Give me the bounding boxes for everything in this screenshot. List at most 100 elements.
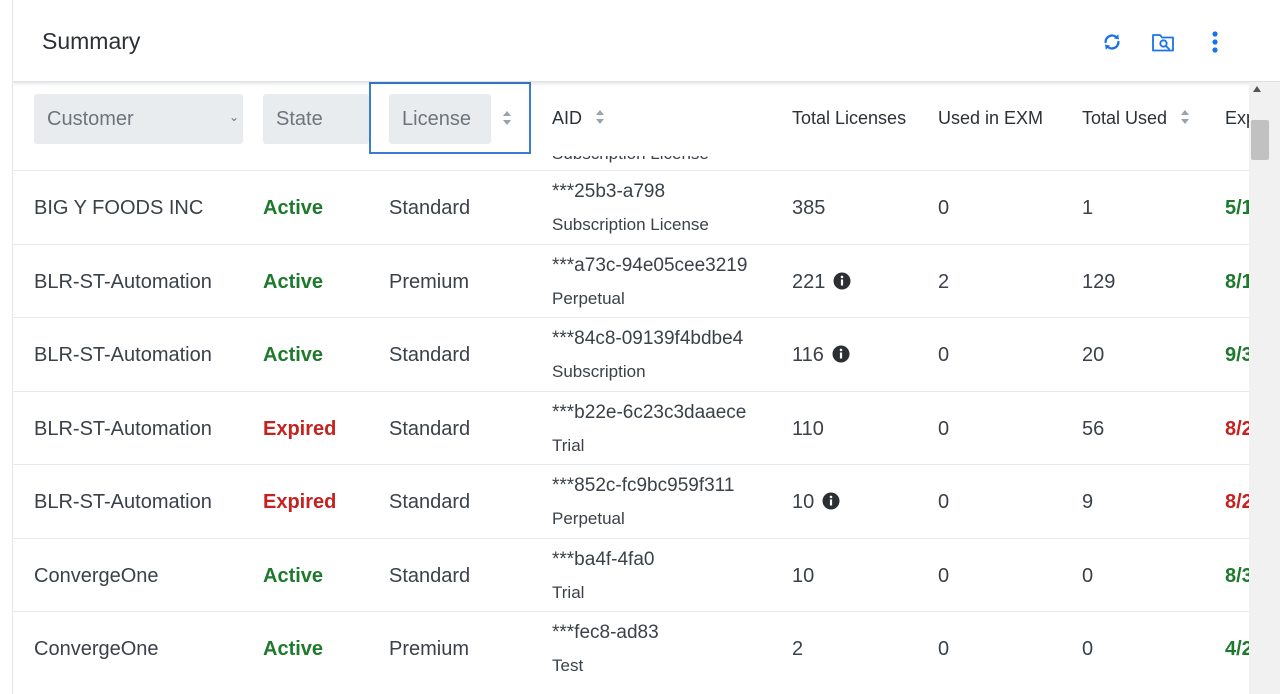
total-licenses-cell: 221 bbox=[792, 271, 851, 296]
license-cell: Standard bbox=[389, 344, 471, 366]
customer-cell: BLR-ST-Automation bbox=[34, 270, 212, 293]
aid-cell: ***a73c-94e05cee3219 bbox=[552, 254, 748, 276]
state-cell: Active bbox=[263, 344, 324, 366]
aid-cell: ***25b3-a798 bbox=[552, 181, 666, 202]
table-row[interactable]: BLR-ST-Automation Expired Standard ***852c-… bbox=[13, 464, 1253, 538]
state-filter[interactable]: State bbox=[263, 94, 369, 144]
total-licenses-cell: 10 bbox=[792, 491, 840, 516]
customer-filter-label: Customer bbox=[47, 107, 134, 130]
aid-type-cell: Trial bbox=[552, 435, 585, 455]
table-row[interactable]: ConvergeOne Active Standard ***ba4f-4fa0 Tri… bbox=[13, 537, 1253, 612]
license-cell: Standard bbox=[389, 491, 471, 513]
info-icon[interactable] bbox=[833, 272, 851, 296]
card-header: Summary bbox=[13, 0, 1280, 82]
total-licenses-cell: 385 bbox=[792, 197, 825, 220]
license-cell: Premium bbox=[389, 638, 470, 660]
customer-cell: BLR-ST-Automation bbox=[34, 491, 212, 513]
license-cell: Standard bbox=[389, 417, 471, 440]
total-licenses-value: 10 bbox=[792, 491, 815, 513]
total-licenses-value: 110 bbox=[792, 417, 824, 440]
page-title: Summary bbox=[42, 28, 141, 54]
total-licenses-value: 221 bbox=[792, 270, 826, 293]
total-licenses-cell: 110 bbox=[792, 418, 824, 441]
aid-cell: ***ba4f-4fa0 bbox=[552, 548, 655, 570]
aid-type-cell: Trial bbox=[552, 582, 585, 602]
sort-icon bbox=[595, 109, 605, 130]
used-in-exm-cell: 0 bbox=[938, 417, 950, 440]
column-header-aid-label: AID bbox=[552, 108, 583, 128]
customer-cell: ConvergeOne bbox=[34, 564, 159, 587]
license-filter-label: License bbox=[402, 107, 471, 130]
table-row[interactable]: BLR-ST-Automation Active Premium ***a73c-94… bbox=[13, 243, 1253, 318]
state-cell: Active bbox=[263, 197, 324, 219]
column-header-total-licenses[interactable]: Total Licenses bbox=[792, 108, 906, 129]
state-cell: Expired bbox=[263, 491, 337, 513]
state-cell: Expired bbox=[263, 417, 337, 440]
state-cell: Active bbox=[263, 564, 324, 587]
column-header-aid[interactable]: AID bbox=[552, 108, 605, 130]
customer-cell: ConvergeOne bbox=[34, 638, 159, 660]
vertical-scrollbar[interactable] bbox=[1249, 82, 1280, 694]
aid-type-cell: Subscription License bbox=[552, 215, 709, 234]
license-cell: Standard bbox=[389, 564, 471, 587]
table-row[interactable]: BIG Y FOODS INC Active Standard ***25b3-a79… bbox=[13, 170, 1253, 244]
used-in-exm-cell: 2 bbox=[938, 270, 950, 293]
used-in-exm-cell: 0 bbox=[938, 638, 950, 660]
aid-type-cell: Subscription bbox=[552, 362, 646, 381]
customer-cell: BLR-ST-Automation bbox=[34, 344, 212, 366]
used-in-exm-cell: 0 bbox=[938, 197, 950, 219]
total-licenses-cell: 2 bbox=[792, 638, 803, 661]
refresh-icon[interactable] bbox=[1099, 28, 1125, 56]
scroll-up-icon[interactable] bbox=[1253, 86, 1261, 92]
aid-cell: ***b22e-6c23c3daaece bbox=[552, 401, 747, 423]
aid-cell: ***84c8-09139f4bdbe4 bbox=[552, 328, 744, 349]
table-row[interactable]: BLR-ST-Automation Active Standard ***84c8-0… bbox=[13, 317, 1253, 391]
total-used-cell: 0 bbox=[1082, 564, 1094, 587]
total-licenses-value: 116 bbox=[792, 344, 824, 366]
total-licenses-value: 2 bbox=[792, 638, 804, 660]
license-sort-icon[interactable] bbox=[502, 110, 512, 131]
more-vertical-icon[interactable] bbox=[1202, 28, 1228, 56]
total-used-cell: 56 bbox=[1082, 417, 1105, 440]
license-cell: Premium bbox=[389, 270, 470, 293]
partial-row-aid-type: Subscription License bbox=[552, 156, 709, 164]
total-used-cell: 20 bbox=[1082, 344, 1105, 366]
state-filter-label: State bbox=[276, 107, 323, 130]
partial-row: Subscription License bbox=[13, 156, 1249, 172]
total-licenses-value: 385 bbox=[792, 197, 826, 219]
total-licenses-cell: 10 bbox=[792, 565, 814, 588]
table-row[interactable]: BLR-ST-Automation Expired Standard ***b22e-… bbox=[13, 390, 1253, 465]
aid-cell: ***852c-fc9bc959f311 bbox=[552, 475, 735, 496]
table-header: Customer ⌄ State License AID Total Licen… bbox=[13, 82, 1280, 156]
customer-cell: BLR-ST-Automation bbox=[34, 417, 212, 440]
total-licenses-cell: 116 bbox=[792, 344, 850, 369]
total-used-cell: 129 bbox=[1082, 270, 1116, 293]
total-used-cell: 1 bbox=[1082, 197, 1094, 219]
info-icon[interactable] bbox=[832, 345, 850, 369]
used-in-exm-cell: 0 bbox=[938, 491, 950, 513]
aid-cell: ***fec8-ad83 bbox=[552, 622, 659, 643]
column-header-used-in-exm[interactable]: Used in EXM bbox=[938, 108, 1043, 129]
aid-type-cell: Test bbox=[552, 656, 584, 675]
license-filter[interactable]: License bbox=[389, 94, 491, 144]
aid-type-cell: Perpetual bbox=[552, 288, 625, 308]
info-icon[interactable] bbox=[822, 492, 840, 516]
state-cell: Active bbox=[263, 638, 324, 660]
summary-card: Summary Customer ⌄ State License AID Tot… bbox=[12, 0, 1280, 694]
used-in-exm-cell: 0 bbox=[938, 344, 950, 366]
total-licenses-value: 10 bbox=[792, 564, 815, 587]
table-row[interactable]: ConvergeOne Active Premium ***fec8-ad83 Test… bbox=[13, 611, 1253, 685]
total-used-cell: 0 bbox=[1082, 638, 1094, 660]
sort-icon bbox=[1180, 109, 1190, 130]
total-used-cell: 9 bbox=[1082, 491, 1094, 513]
column-header-total-used[interactable]: Total Used bbox=[1082, 108, 1190, 130]
scrollbar-thumb[interactable] bbox=[1251, 120, 1269, 160]
aid-type-cell: Perpetual bbox=[552, 509, 625, 528]
used-in-exm-cell: 0 bbox=[938, 564, 950, 587]
customer-filter[interactable]: Customer ⌄ bbox=[34, 94, 243, 144]
chevron-down-icon: ⌄ bbox=[228, 110, 239, 124]
folder-search-icon[interactable] bbox=[1150, 28, 1176, 56]
column-header-total-used-label: Total Used bbox=[1082, 108, 1168, 128]
customer-cell: BIG Y FOODS INC bbox=[34, 197, 204, 219]
license-cell: Standard bbox=[389, 197, 471, 219]
